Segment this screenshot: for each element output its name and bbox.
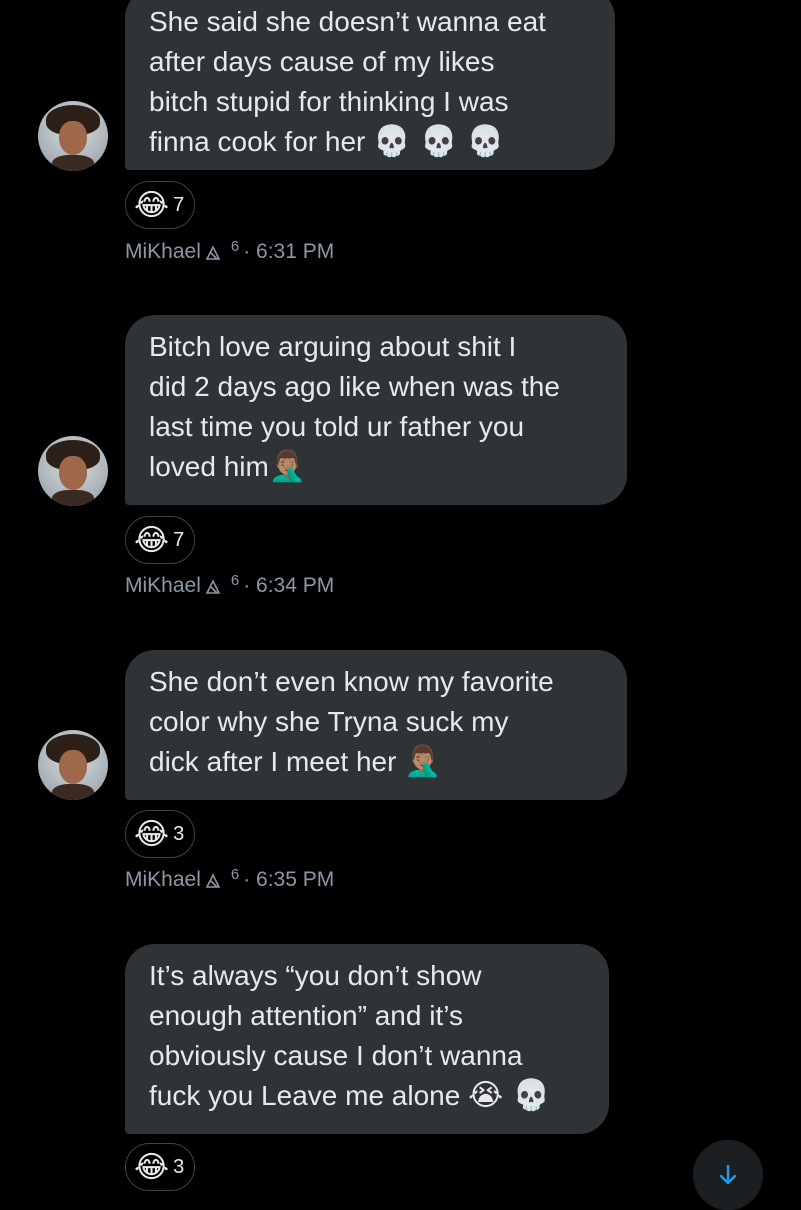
badge-count: 6 [230,865,240,883]
reaction-count: 7 [173,193,185,216]
reaction-count: 7 [173,528,185,551]
badge-count: 6 [230,571,240,589]
verified-glyph-icon [205,245,221,260]
message-text: She don’t even know my favorite color wh… [149,666,554,777]
reaction-pill[interactable]: 😂 7 [125,516,196,564]
laughing-emoji-icon: 😂 [134,522,170,558]
message-meta: MiKhael 6 · 6:34 PM [125,571,335,598]
avatar[interactable] [38,436,108,506]
avatar[interactable] [38,730,108,800]
message-text: Bitch love arguing about shit I did 2 da… [149,331,560,482]
badge-count: 6 [230,237,240,255]
timestamp: · 6:35 PM [243,868,335,891]
author-name[interactable]: MiKhael [125,868,201,892]
author-name[interactable]: MiKhael [125,574,201,598]
laughing-emoji-icon: 😂 [134,816,170,852]
facepalm-emoji: 🤦🏽‍♂️ [268,449,307,484]
message-meta: MiKhael 6 · 6:31 PM [125,237,335,264]
reaction-count: 3 [173,822,185,845]
message-bubble[interactable]: She said she doesn’t wanna eat after day… [125,0,615,170]
verified-glyph-icon [205,873,221,888]
reaction-pill[interactable]: 😂 7 [125,181,196,229]
reaction-pill[interactable]: 😂 3 [125,810,196,858]
facepalm-emoji: 🤦🏽‍♂️ [404,744,442,779]
message-meta: MiKhael 6 · 6:35 PM [125,865,335,892]
message-bubble[interactable]: It’s always “you don’t show enough atten… [125,944,609,1134]
timestamp: · 6:31 PM [243,240,335,263]
message-bubble[interactable]: Bitch love arguing about shit I did 2 da… [125,315,627,505]
message-text: It’s always “you don’t show enough atten… [149,960,523,1111]
reaction-count: 3 [173,1155,185,1178]
laughing-emoji-icon: 😂 [134,1149,170,1185]
author-name[interactable]: MiKhael [125,240,201,264]
avatar[interactable] [38,101,108,171]
reaction-pill[interactable]: 😂 3 [125,1143,196,1191]
crying-skull-emoji: 😭 💀 [468,1078,551,1113]
skull-emoji: 💀 💀 💀 [373,124,505,159]
message-bubble[interactable]: She don’t even know my favorite color wh… [125,650,627,800]
timestamp: · 6:34 PM [243,574,335,597]
arrow-down-icon [719,1164,737,1185]
laughing-emoji-icon: 😂 [134,187,170,223]
verified-glyph-icon [205,579,221,594]
